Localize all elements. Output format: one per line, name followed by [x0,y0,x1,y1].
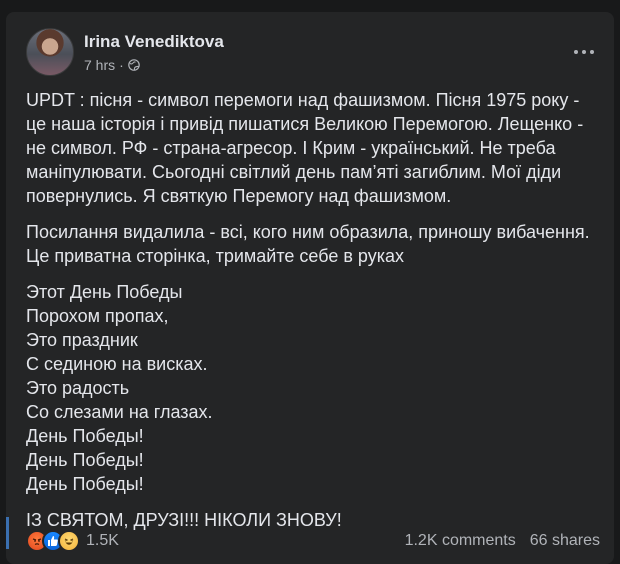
post-meta: 7 hrs · [84,57,140,73]
poem-line: С сединою на висках. [26,354,208,374]
poem-line: Это праздник [26,330,138,350]
dot-icon [574,50,578,54]
post-time[interactable]: 7 hrs [84,57,115,73]
post-card: Irina Venediktova 7 hrs · UPDT : пісня -… [6,12,614,564]
text-line: Це приватна сторінка, тримайте себе в ру… [26,246,404,266]
poem: Этот День Победы Порохом пропах, Это пра… [26,280,608,496]
post-paragraph-2: Посилання видалила - всі, кого ним образ… [26,220,608,268]
poem-line: День Победы! [26,426,144,446]
post-header: Irina Venediktova 7 hrs · [26,28,602,76]
dot-icon [590,50,594,54]
text-line: це наша історія і привід пишатися Велико… [26,114,584,134]
reactions-summary[interactable]: 1.5K [26,530,119,552]
engagement-counts: 1.2K comments 66 shares [405,532,600,550]
post-body: UPDT : пісня - символ перемоги над фашиз… [26,88,608,544]
haha-reaction-icon [58,530,80,552]
reaction-icons [26,530,80,552]
poem-line: День Победы! [26,474,144,494]
meta-separator: · [119,57,124,73]
shares-count[interactable]: 66 shares [530,532,600,550]
dot-icon [582,50,586,54]
text-line: не символ. РФ - страна-агресор. І Крим -… [26,138,556,158]
reaction-count[interactable]: 1.5K [86,532,119,550]
author-avatar[interactable] [26,28,74,76]
post-paragraph-1: UPDT : пісня - символ перемоги над фашиз… [26,88,608,208]
comments-count[interactable]: 1.2K comments [405,532,516,550]
poem-line: Это радость [26,378,130,398]
more-options-button[interactable] [566,34,602,70]
poem-line: День Победы! [26,450,144,470]
post-footer: 1.5K 1.2K comments 66 shares [26,527,600,555]
text-line: повернулись. Я святкую Перемогу над фаши… [26,186,452,206]
divider [6,517,9,549]
text-line: Посилання видалила - всі, кого ним образ… [26,222,590,242]
poem-line: Со слезами на глазах. [26,402,213,422]
globe-icon[interactable] [127,59,140,71]
author-name[interactable]: Irina Venediktova [84,32,224,52]
text-line: UPDT : пісня - символ перемоги над фашиз… [26,90,580,110]
poem-line: Этот День Победы [26,282,183,302]
text-line: маніпулювати. Сьогодні світлий день пам’… [26,162,562,182]
poem-line: Порохом пропах, [26,306,169,326]
